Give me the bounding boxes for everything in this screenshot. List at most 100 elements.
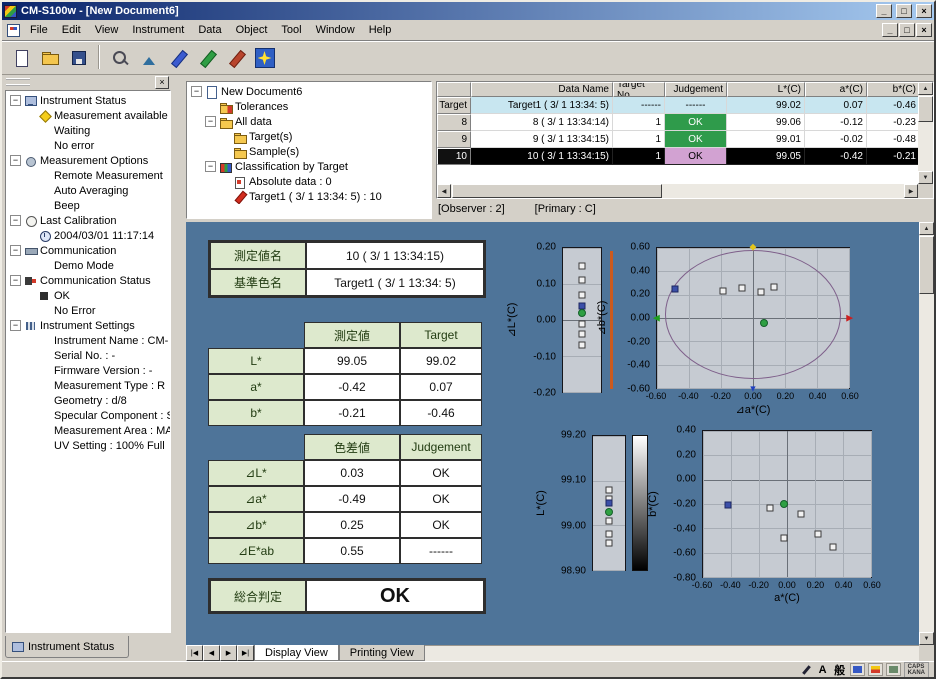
collapse-icon[interactable]: −: [10, 215, 21, 226]
menu-view[interactable]: View: [88, 22, 126, 39]
view-vertical-scrollbar[interactable]: ▲ ▼: [919, 222, 934, 645]
menu-object[interactable]: Object: [229, 22, 275, 39]
document-tree-item[interactable]: −Classification by Target: [187, 159, 431, 174]
row-header[interactable]: 9: [437, 131, 471, 148]
column-header[interactable]: Data Name: [471, 82, 613, 97]
scroll-left-icon[interactable]: ◀: [437, 184, 451, 198]
tab-instrument-status[interactable]: Instrument Status: [5, 636, 129, 658]
close-button[interactable]: ×: [916, 4, 932, 18]
panel-grip-icon[interactable]: [6, 78, 30, 86]
column-header[interactable]: L*(C): [727, 82, 805, 97]
table-row[interactable]: 99 ( 3/ 1 13:34:15)1OK99.01-0.02-0.48: [437, 131, 918, 148]
instrument-tree-item[interactable]: Measurement available: [6, 108, 170, 123]
instrument-tree-item[interactable]: Waiting: [6, 123, 170, 138]
collapse-icon[interactable]: −: [10, 320, 21, 331]
tab-nav-first-button[interactable]: |◀: [186, 645, 203, 661]
panel-close-icon[interactable]: ×: [155, 76, 169, 89]
document-tree-item[interactable]: Target1 ( 3/ 1 13:34: 5) : 10: [187, 189, 431, 204]
instrument-tree-item[interactable]: OK: [6, 288, 170, 303]
ime-tools-icon[interactable]: [886, 663, 901, 676]
title-bar[interactable]: CM-S100w - [New Document6] _ □ ×: [2, 2, 934, 20]
minimize-button[interactable]: _: [876, 4, 892, 18]
tab-printing-view[interactable]: Printing View: [339, 645, 425, 661]
instrument-tree-item[interactable]: Geometry : d/8: [6, 393, 170, 408]
instrument-tree-item[interactable]: −Communication: [6, 243, 170, 258]
instrument-tree-item[interactable]: 2004/03/01 11:17:14: [6, 228, 170, 243]
tab-nav-prev-button[interactable]: ◀: [203, 645, 220, 661]
collapse-icon[interactable]: −: [205, 116, 216, 127]
column-header[interactable]: a*(C): [805, 82, 867, 97]
instrument-tree-item[interactable]: Beep: [6, 198, 170, 213]
view-horizontal-scrollbar[interactable]: [425, 645, 919, 661]
caps-kana-indicator[interactable]: CAPS KANA: [904, 662, 929, 678]
toolbar-measure-interval-button[interactable]: [222, 45, 249, 72]
scroll-down-icon[interactable]: ▼: [918, 171, 933, 184]
menu-file[interactable]: File: [23, 22, 55, 39]
row-header[interactable]: Target: [437, 97, 471, 114]
menu-help[interactable]: Help: [362, 22, 399, 39]
scroll-right-icon[interactable]: ▶: [904, 184, 918, 198]
collapse-icon[interactable]: −: [205, 161, 216, 172]
ime-input-mode[interactable]: A: [816, 664, 830, 676]
instrument-tree-item[interactable]: Remote Measurement: [6, 168, 170, 183]
table-row[interactable]: TargetTarget1 ( 3/ 1 13:34: 5)----------…: [437, 97, 918, 114]
instrument-tree-item[interactable]: No Error: [6, 303, 170, 318]
tab-nav-next-button[interactable]: ▶: [220, 645, 237, 661]
maximize-button[interactable]: □: [896, 4, 912, 18]
panel-header[interactable]: ×: [4, 76, 182, 89]
instrument-tree-item[interactable]: −Last Calibration: [6, 213, 170, 228]
instrument-tree-item[interactable]: −Measurement Options: [6, 153, 170, 168]
collapse-icon[interactable]: −: [191, 86, 202, 97]
toolbar-upload-data-button[interactable]: [135, 45, 162, 72]
toolbar-remote-measure-button[interactable]: [251, 45, 278, 72]
document-icon[interactable]: [7, 24, 20, 37]
scroll-up-icon[interactable]: ▲: [918, 82, 933, 95]
column-header[interactable]: [437, 82, 471, 97]
column-header[interactable]: Target No.: [613, 82, 665, 97]
instrument-tree-item[interactable]: −Instrument Settings: [6, 318, 170, 333]
document-tree-item[interactable]: Absolute data : 0: [187, 174, 431, 189]
scroll-down-icon[interactable]: ▼: [919, 632, 934, 645]
toolbar-open-button[interactable]: [36, 45, 63, 72]
toolbar-save-button[interactable]: [65, 45, 92, 72]
tab-display-view[interactable]: Display View: [254, 645, 339, 661]
instrument-tree-item[interactable]: Measurement Type : R: [6, 378, 170, 393]
toolbar-measure-target-button[interactable]: [164, 45, 191, 72]
document-tree-item[interactable]: −All data: [187, 114, 431, 129]
scroll-up-icon[interactable]: ▲: [919, 222, 934, 235]
menu-tool[interactable]: Tool: [274, 22, 308, 39]
collapse-icon[interactable]: −: [10, 155, 21, 166]
ime-dictionary-icon[interactable]: [868, 663, 883, 676]
instrument-tree-item[interactable]: Measurement Area : MA: [6, 423, 170, 438]
child-close-button[interactable]: ×: [916, 23, 932, 37]
scroll-thumb[interactable]: [919, 236, 934, 294]
instrument-tree-item[interactable]: −Communication Status: [6, 273, 170, 288]
child-minimize-button[interactable]: _: [882, 23, 898, 37]
menu-window[interactable]: Window: [309, 22, 362, 39]
instrument-tree-item[interactable]: −Instrument Status: [6, 93, 170, 108]
document-tree-item[interactable]: Target(s): [187, 129, 431, 144]
list-vertical-scrollbar[interactable]: ▲ ▼: [918, 82, 933, 184]
document-tree-item[interactable]: Sample(s): [187, 144, 431, 159]
instrument-tree-item[interactable]: No error: [6, 138, 170, 153]
scroll-thumb[interactable]: [452, 184, 662, 198]
document-tree-item[interactable]: Tolerances: [187, 99, 431, 114]
tab-nav-last-button[interactable]: ▶|: [237, 645, 254, 661]
document-tree-item[interactable]: −New Document6: [187, 84, 431, 99]
table-row[interactable]: 88 ( 3/ 1 13:34:14)1OK99.06-0.12-0.23: [437, 114, 918, 131]
column-header[interactable]: Judgement: [665, 82, 727, 97]
column-header[interactable]: b*(C): [867, 82, 918, 97]
menu-data[interactable]: Data: [191, 22, 228, 39]
menu-edit[interactable]: Edit: [55, 22, 88, 39]
toolbar-calibration-button[interactable]: [106, 45, 133, 72]
toolbar-measure-sample-button[interactable]: [193, 45, 220, 72]
menu-instrument[interactable]: Instrument: [125, 22, 191, 39]
ime-pen-icon[interactable]: [800, 664, 813, 676]
row-header[interactable]: 10: [437, 148, 471, 165]
list-horizontal-scrollbar[interactable]: ◀ ▶: [437, 184, 918, 198]
ime-conversion-mode[interactable]: 般: [833, 662, 847, 678]
instrument-tree-item[interactable]: Instrument Name : CM-: [6, 333, 170, 348]
ime-pad-icon[interactable]: [850, 663, 865, 676]
table-row[interactable]: 1010 ( 3/ 1 13:34:15)1OK99.05-0.42-0.21: [437, 148, 918, 165]
instrument-tree-item[interactable]: Serial No. : -: [6, 348, 170, 363]
